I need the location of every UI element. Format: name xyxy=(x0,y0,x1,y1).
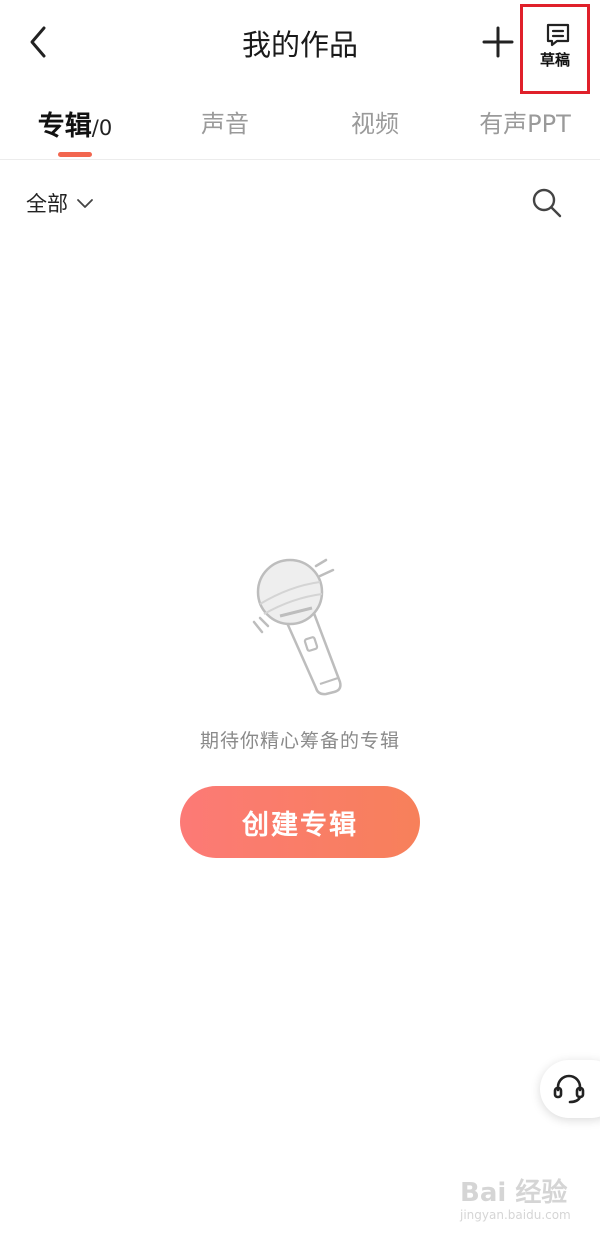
search-button[interactable] xyxy=(530,186,564,220)
document-icon xyxy=(546,23,570,47)
empty-state-message: 期待你精心筹备的专辑 xyxy=(199,730,400,752)
search-icon xyxy=(532,188,562,218)
filter-selected-label: 全部 xyxy=(26,192,68,216)
tab-audio-ppt[interactable]: 有声PPT xyxy=(465,104,585,148)
microphone-icon xyxy=(252,558,342,696)
tab-albums-count: /0 xyxy=(91,116,113,140)
tab-videos[interactable]: 视频 xyxy=(320,104,430,148)
header-bar: 我的作品 草稿 xyxy=(0,0,600,94)
watermark-text: Bai 经验 xyxy=(460,1178,568,1208)
create-album-button[interactable]: 创建专辑 xyxy=(180,786,420,858)
drafts-label: 草稿 xyxy=(539,51,570,69)
empty-state-illustration xyxy=(240,552,360,702)
tab-sounds[interactable]: 声音 xyxy=(170,104,280,148)
tab-albums-label: 专辑 xyxy=(37,111,92,142)
active-tab-indicator xyxy=(58,152,92,157)
tab-albums[interactable]: 专辑/0 xyxy=(20,104,130,148)
baidu-watermark: Bai 经验 jingyan.baidu.com xyxy=(460,1172,590,1232)
watermark-url: jingyan.baidu.com xyxy=(460,1208,571,1222)
plus-icon xyxy=(482,26,514,58)
customer-service-button[interactable] xyxy=(540,1060,600,1118)
filter-row: 全部 xyxy=(0,176,600,230)
add-button[interactable] xyxy=(480,24,516,60)
headset-icon xyxy=(553,1074,585,1104)
tab-bar: 专辑/0 声音 视频 有声PPT xyxy=(0,96,600,160)
category-filter-dropdown[interactable]: 全部 xyxy=(26,188,94,218)
chevron-down-icon xyxy=(77,199,93,208)
drafts-button[interactable]: 草稿 xyxy=(520,4,590,94)
